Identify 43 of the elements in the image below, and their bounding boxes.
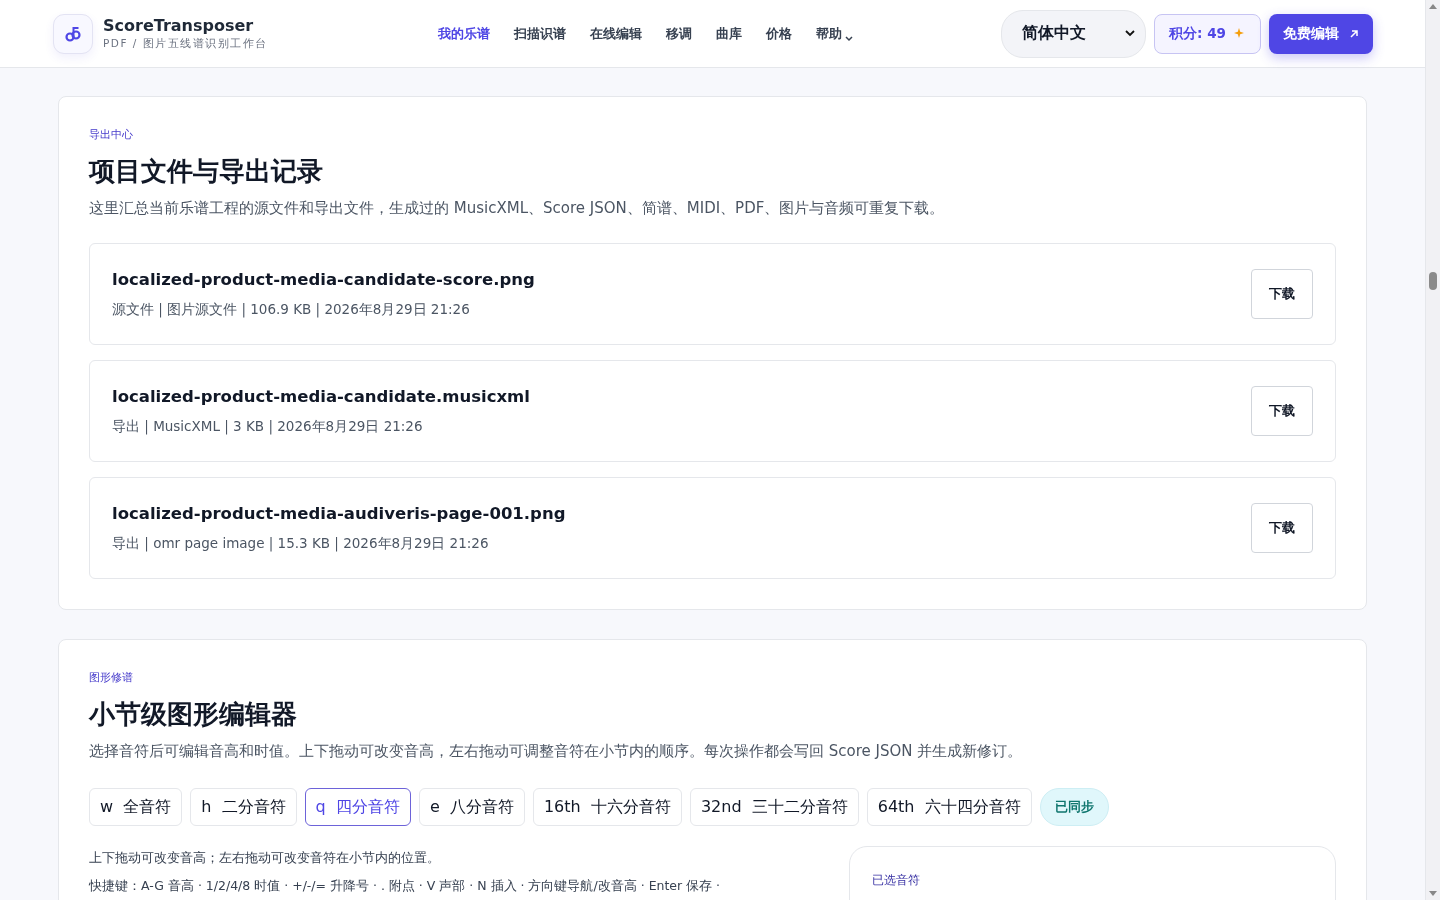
free-edit-button[interactable]: 免费编辑 [1269, 13, 1373, 54]
duration-chip[interactable]: e 八分音符 [418, 788, 525, 826]
nav-link[interactable]: 扫描识谱 [501, 24, 578, 43]
panel-title: 已选音符 [872, 873, 920, 887]
duration-chip[interactable]: 32nd 三十二分音符 [689, 788, 859, 826]
file-name: localized-product-media-audiveris-page-001.png [112, 503, 566, 523]
drag-hint: 上下拖动可改变音高；左右拖动可改变音符在小节内的位置。 [89, 850, 441, 866]
duration-chip[interactable]: w 全音符 [89, 788, 183, 826]
nav-link[interactable]: 曲库 [703, 24, 754, 43]
chevron-icon [1125, 30, 1136, 37]
sync-status-badge: 已同步 [1039, 788, 1109, 826]
nav-link[interactable]: 移调 [653, 24, 704, 43]
section-title: 小节级图形编辑器 [89, 698, 298, 731]
logo-icon [53, 13, 93, 54]
brand-name: ScoreTransposer [103, 16, 255, 35]
external-link-icon [1349, 28, 1359, 39]
duration-chip[interactable]: 64th 六十四分音符 [866, 788, 1032, 826]
file-name: localized-product-media-candidate.musicxml [112, 386, 530, 406]
download-button[interactable]: 下载 [1251, 269, 1313, 319]
section-description: 选择音符后可编辑音高和时值。上下拖动可改变音高，左右拖动可调整音符在小节内的顺序。每次操作都会写回 Score JSON 并生成新修订。 [89, 742, 1024, 761]
section-eyebrow: 导出中心 [89, 127, 134, 142]
file-meta: 导出 | MusicXML | 3 KB | 2026年8月29日 21:26 [112, 417, 424, 436]
section-description: 这里汇总当前乐谱工程的源文件和导出文件，生成过的 MusicXML、Score JSON、简谱、MIDI、PDF、图片与音频可重复下载。 [89, 199, 946, 218]
file-name: localized-product-media-candidate-score.png [112, 269, 535, 289]
duration-chip[interactable]: q 四分音符 [304, 788, 411, 826]
section-eyebrow: 图形修谱 [89, 670, 134, 685]
nav-link[interactable]: 价格 [753, 24, 804, 43]
download-button[interactable]: 下载 [1251, 503, 1313, 553]
nav-link[interactable]: 我的乐谱 [425, 24, 502, 43]
points-badge: 积分: 49 [1154, 13, 1261, 54]
nav-link[interactable]: 在线编辑 [577, 24, 654, 43]
scrollbar-thumb[interactable] [1429, 272, 1437, 290]
download-button[interactable]: 下载 [1251, 386, 1313, 436]
duration-chip[interactable]: 16th 十六分音符 [532, 788, 682, 826]
file-meta: 源文件 | 图片源文件 | 106.9 KB | 2026年8月29日 21:26 [112, 300, 471, 319]
chevron-icon [844, 35, 853, 42]
duration-chip[interactable]: h 二分音符 [190, 788, 297, 826]
brand-tagline: PDF / 图片五线谱识别工作台 [103, 37, 268, 51]
shortcuts-hint: 快捷键：A-G 音高 · 1/2/4/8 时值 · +/-/= 升降号 · . 附点 · V 声部 · N 插入 · 方向键导航/改音高 · Enter 保存 · [89, 878, 722, 894]
section-title: 项目文件与导出记录 [89, 155, 324, 188]
nav-link[interactable]: 帮助 [803, 24, 865, 43]
file-meta: 导出 | omr page image | 15.3 KB | 2026年8月29日 21:26 [112, 534, 490, 553]
language-select[interactable]: 简体中文 [1001, 9, 1147, 58]
